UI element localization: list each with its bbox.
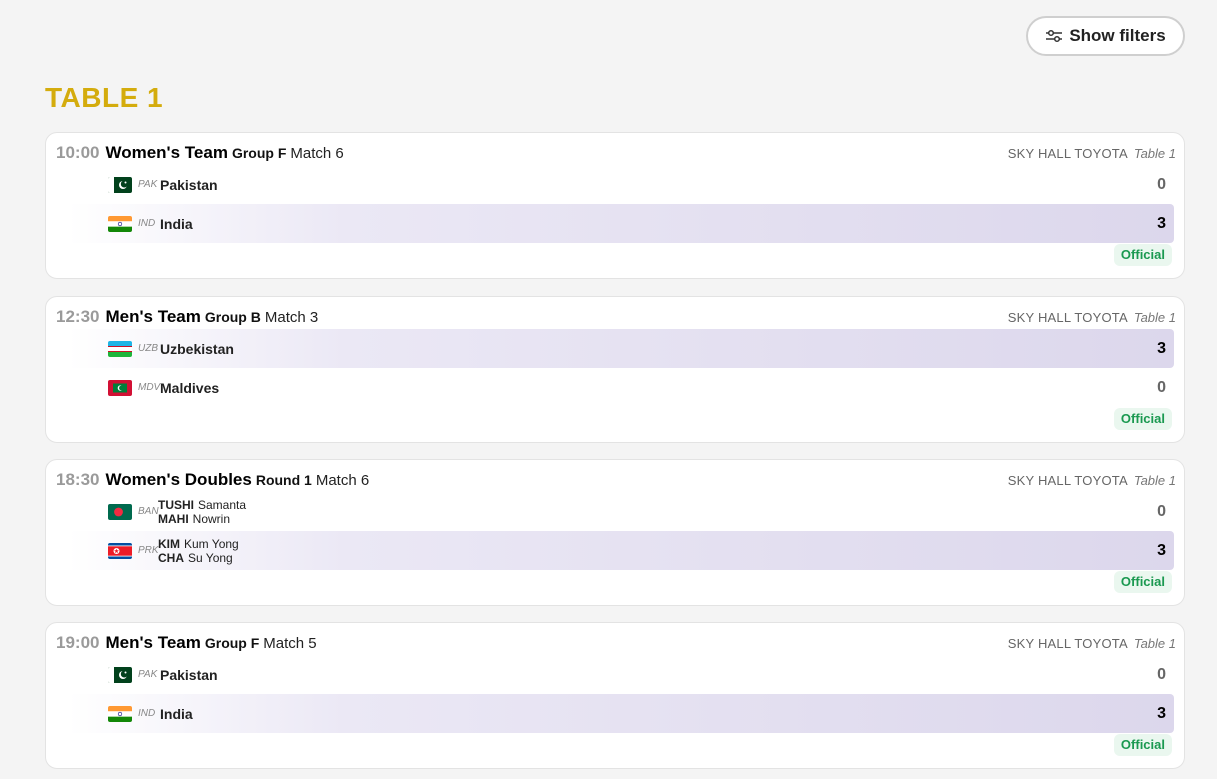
section-title: TABLE 1 [45, 82, 164, 113]
match-event: Men's Team [105, 633, 201, 652]
team-code: BAN [138, 506, 159, 517]
sliders-icon [1046, 29, 1063, 43]
team-score: 3 [1157, 704, 1166, 722]
team-name: Uzbekistan [160, 340, 234, 357]
match-header: 12:30 Men's Team Group B Match 3 SKY HAL… [56, 307, 1176, 329]
match-round: Group B [204, 309, 261, 325]
match-header: 19:00 Men's Team Group F Match 5 SKY HAL… [56, 633, 1176, 655]
show-filters-button[interactable]: Show filters [1026, 16, 1185, 56]
team-name: India [160, 705, 193, 722]
team-row-winner: IND India 3 [68, 694, 1174, 733]
team-code: IND [138, 218, 156, 229]
match-table: Table 1 [1133, 636, 1176, 651]
match-number: Match 3 [264, 309, 319, 326]
status-badge: Official [1113, 734, 1172, 756]
team-name: Maldives [160, 379, 220, 396]
team-row: PAK Pakistan 0 [68, 655, 1174, 694]
match-table: Table 1 [1133, 146, 1176, 161]
show-filters-label: Show filters [1069, 26, 1166, 45]
match-event: Men's Team [105, 307, 201, 326]
match-time: 18:30 [56, 470, 100, 489]
match-time: 12:30 [56, 307, 100, 326]
uzbekistan-flag-icon [108, 340, 132, 357]
match-card[interactable]: 10:00 Women's Team Group F Match 6 SKY H… [45, 132, 1185, 279]
match-number: Match 5 [263, 635, 317, 652]
team-code: PRK [138, 545, 159, 556]
match-header: 10:00 Women's Team Group F Match 6 SKY H… [56, 143, 1176, 165]
team-score: 0 [1157, 175, 1166, 193]
player-name: CHA Su Yong [158, 550, 233, 565]
team-row-winner: IND India 3 [68, 204, 1174, 243]
status-badge: Official [1113, 408, 1172, 430]
match-venue: SKY HALL TOYOTA [1007, 636, 1128, 651]
match-event: Women's Team [105, 143, 228, 162]
match-round: Group F [204, 635, 260, 651]
match-round: Round 1 [255, 472, 312, 488]
pair-row: BAN TUSHI Samanta MAHI Nowrin 0 [68, 492, 1174, 531]
match-number: Match 6 [315, 472, 370, 489]
india-flag-icon [108, 705, 132, 722]
match-header: 18:30 Women's Doubles Round 1 Match 6 SK… [56, 470, 1176, 492]
team-code: IND [138, 708, 156, 719]
team-score: 3 [1157, 541, 1166, 559]
bangladesh-flag-icon [108, 503, 132, 520]
match-number: Match 6 [290, 145, 344, 162]
india-flag-icon [108, 215, 132, 232]
match-table: Table 1 [1133, 310, 1176, 325]
pakistan-flag-icon [108, 666, 132, 683]
team-name: Pakistan [160, 176, 218, 193]
team-score: 0 [1157, 502, 1166, 520]
team-code: PAK [138, 179, 158, 190]
team-score: 0 [1157, 665, 1166, 683]
match-venue: SKY HALL TOYOTA [1007, 473, 1128, 488]
match-time: 19:00 [56, 633, 100, 652]
match-card[interactable]: 19:00 Men's Team Group F Match 5 SKY HAL… [45, 622, 1185, 769]
player-list: TUSHI Samanta MAHI Nowrin [158, 498, 246, 526]
team-name: India [160, 215, 193, 232]
team-score: 3 [1157, 339, 1166, 357]
status-badge: Official [1113, 571, 1172, 593]
team-row-winner: UZB Uzbekistan 3 [68, 329, 1174, 368]
team-name: Pakistan [160, 666, 218, 683]
match-table: Table 1 [1133, 473, 1176, 488]
match-event: Women's Doubles [105, 470, 252, 489]
status-badge: Official [1113, 244, 1172, 266]
match-card[interactable]: 18:30 Women's Doubles Round 1 Match 6 SK… [45, 459, 1185, 606]
team-code: UZB [138, 343, 158, 354]
player-name: KIM Kum Yong [158, 536, 239, 551]
maldives-flag-icon [108, 379, 132, 396]
team-score: 3 [1157, 214, 1166, 232]
player-list: KIM Kum Yong CHA Su Yong [158, 537, 239, 565]
match-card[interactable]: 12:30 Men's Team Group B Match 3 SKY HAL… [45, 296, 1185, 443]
match-venue: SKY HALL TOYOTA [1007, 310, 1128, 325]
pakistan-flag-icon [108, 176, 132, 193]
team-score: 0 [1157, 378, 1166, 396]
player-name: TUSHI Samanta [158, 497, 247, 512]
pair-row-winner: PRK KIM Kum Yong CHA Su Yong 3 [68, 531, 1174, 570]
team-row: PAK Pakistan 0 [68, 165, 1174, 204]
team-row: MDV Maldives 0 [68, 368, 1174, 407]
match-round: Group F [231, 145, 287, 161]
team-code: MDV [138, 382, 161, 393]
north-korea-flag-icon [108, 542, 132, 559]
match-time: 10:00 [56, 143, 100, 162]
match-venue: SKY HALL TOYOTA [1007, 146, 1128, 161]
player-name: MAHI Nowrin [158, 511, 231, 526]
team-code: PAK [138, 669, 158, 680]
